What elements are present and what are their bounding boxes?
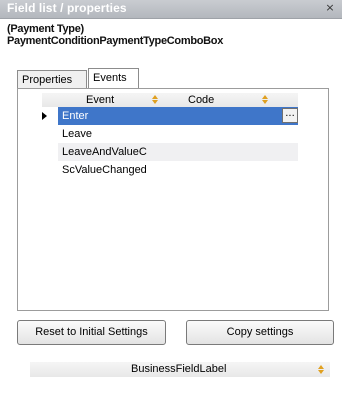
column-header-code[interactable]: Code [188, 93, 214, 107]
sort-icon[interactable] [262, 95, 268, 104]
window-titlebar: Field list / properties × [0, 0, 342, 19]
bottom-grid-header: BusinessFieldLabel [30, 362, 330, 377]
sort-icon[interactable] [318, 365, 324, 374]
copy-settings-button[interactable]: Copy settings [186, 320, 334, 345]
field-name-label: PaymentConditionPaymentTypeComboBox [7, 35, 224, 47]
tab-events[interactable]: Events [88, 68, 139, 88]
events-panel: Event Code Enter ... Leave LeaveAndValue… [17, 88, 329, 311]
field-type-label: (Payment Type) [7, 23, 84, 35]
reset-settings-button[interactable]: Reset to Initial Settings [17, 320, 166, 345]
table-row[interactable]: LeaveAndValueC [58, 143, 298, 161]
column-header-event[interactable]: Event [86, 93, 114, 107]
events-grid: Event Code Enter ... Leave LeaveAndValue… [42, 93, 298, 179]
edit-code-button[interactable]: ... [282, 108, 298, 123]
tab-properties[interactable]: Properties [17, 70, 87, 88]
window-title: Field list / properties [7, 1, 127, 15]
event-name: Enter [62, 110, 89, 122]
table-row[interactable]: ScValueChanged [58, 161, 298, 179]
bottom-grid-panel: BusinessFieldLabel [0, 358, 342, 411]
table-row[interactable]: Enter ... [42, 107, 298, 125]
close-icon[interactable]: × [324, 2, 336, 14]
current-row-arrow-icon [42, 112, 47, 120]
column-header-business-field-label[interactable]: BusinessFieldLabel [131, 362, 226, 377]
sort-icon[interactable] [152, 95, 158, 104]
event-name: LeaveAndValueC [62, 146, 147, 158]
table-row[interactable]: Leave [58, 125, 298, 143]
event-name: ScValueChanged [62, 164, 147, 176]
grid-header: Event Code [42, 93, 298, 107]
event-name: Leave [62, 128, 92, 140]
